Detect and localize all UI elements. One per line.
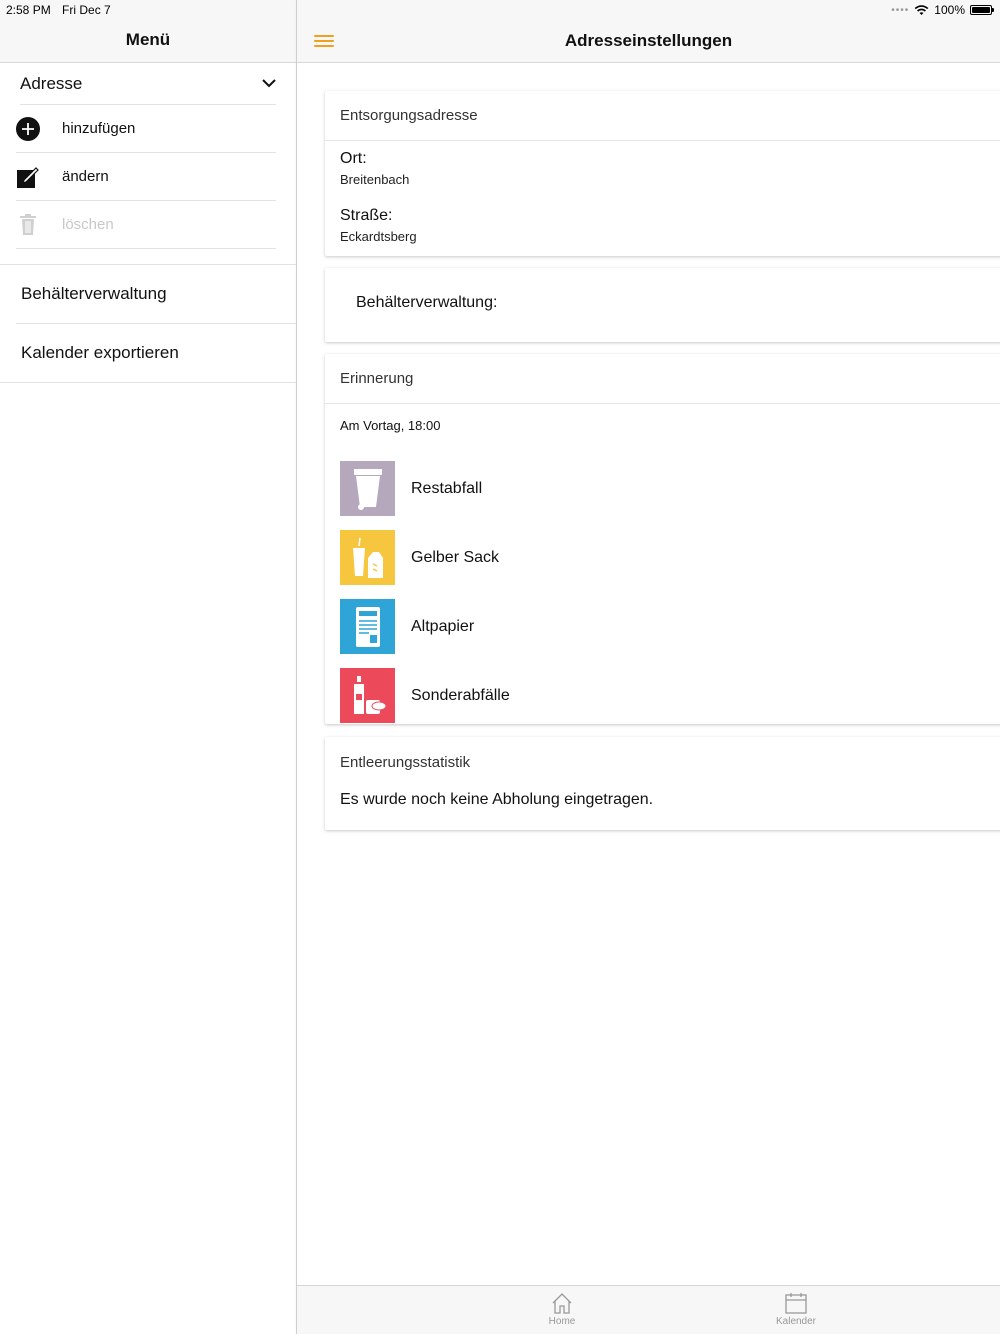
waste-type-altpapier[interactable]: Altpapier [325, 592, 1000, 661]
wifi-icon [914, 4, 929, 15]
home-icon [552, 1293, 572, 1314]
tab-home[interactable]: Home [522, 1292, 602, 1327]
delete-address-button[interactable]: löschen [16, 201, 276, 249]
sidebar-title: Menü [125, 30, 171, 49]
chevron-down-icon [262, 79, 276, 88]
edit-address-button[interactable]: ändern [16, 153, 276, 201]
waste-type-sonderabfaelle[interactable]: Sonderabfälle [325, 661, 1000, 730]
hazardous-icon [340, 668, 395, 723]
export-calendar-label: Kalender exportieren [21, 343, 179, 362]
tab-home-label: Home [548, 1316, 576, 1327]
packaging-icon [340, 530, 395, 585]
city-value: Breitenbach [340, 172, 410, 187]
reminder-time[interactable]: Am Vortag, 18:00 [325, 404, 1000, 454]
status-date: Fri Dec 7 [62, 3, 111, 17]
status-bar: 2:58 PM Fri Dec 7 •••• 100% [0, 0, 1000, 20]
sonderabfaelle-label: Sonderabfälle [411, 686, 510, 704]
address-toggle[interactable]: Adresse [20, 63, 276, 105]
sidebar-menu: Menü Adresse hinzufügen ändern löschen B… [0, 0, 296, 1334]
altpapier-label: Altpapier [411, 617, 475, 635]
tab-calendar-label: Kalender [775, 1316, 817, 1327]
tab-bar: Home Kalender [297, 1285, 1000, 1334]
plus-circle-icon [16, 116, 40, 141]
reminder-heading: Erinnerung [325, 354, 1000, 404]
edit-address-label: ändern [62, 168, 109, 185]
signal-icon: •••• [891, 4, 910, 16]
delete-address-label: löschen [62, 216, 114, 233]
waste-type-gelber-sack[interactable]: Gelber Sack [325, 523, 1000, 592]
disposal-address-heading: Entsorgungsadresse [325, 91, 1000, 141]
gelber-sack-label: Gelber Sack [411, 548, 500, 566]
street-label: Straße: [340, 207, 393, 224]
waste-type-restabfall[interactable]: Restabfall [325, 454, 1000, 523]
battery-percent: 100% [934, 3, 965, 17]
container-management-card[interactable]: Behälterverwaltung: [325, 268, 1000, 342]
edit-icon [16, 165, 40, 189]
disposal-address-card: Entsorgungsadresse Ort: Breitenbach Stra… [325, 91, 1000, 256]
container-management-card-label: Behälterverwaltung: [356, 294, 498, 311]
city-label: Ort: [340, 150, 367, 167]
street-value: Eckardtsberg [340, 229, 417, 244]
trash-bin-icon [340, 461, 395, 516]
restabfall-label: Restabfall [411, 479, 483, 497]
page-title: Adresseinstellungen [564, 31, 733, 50]
paper-icon [340, 599, 395, 654]
add-address-label: hinzufügen [62, 120, 136, 137]
main-panel: Adresseinstellungen Entsorgungsadresse O… [297, 0, 1000, 1334]
address-label: Adresse [20, 73, 83, 93]
battery-icon [970, 5, 994, 15]
sidebar-item-export-calendar[interactable]: Kalender exportieren [0, 324, 296, 383]
container-management-label: Behälterverwaltung [21, 284, 167, 303]
address-section: Adresse [0, 63, 296, 105]
add-address-button[interactable]: hinzufügen [16, 105, 276, 153]
tab-calendar[interactable]: Kalender [756, 1292, 836, 1327]
statistics-card: Entleerungsstatistik Es wurde noch keine… [325, 737, 1000, 830]
calendar-icon [785, 1293, 807, 1314]
status-time: 2:58 PM [6, 3, 51, 17]
reminder-card: Erinnerung Am Vortag, 18:00 Restabfall G… [325, 354, 1000, 724]
sidebar-item-container-management[interactable]: Behälterverwaltung [16, 265, 296, 324]
trash-icon [16, 213, 40, 237]
